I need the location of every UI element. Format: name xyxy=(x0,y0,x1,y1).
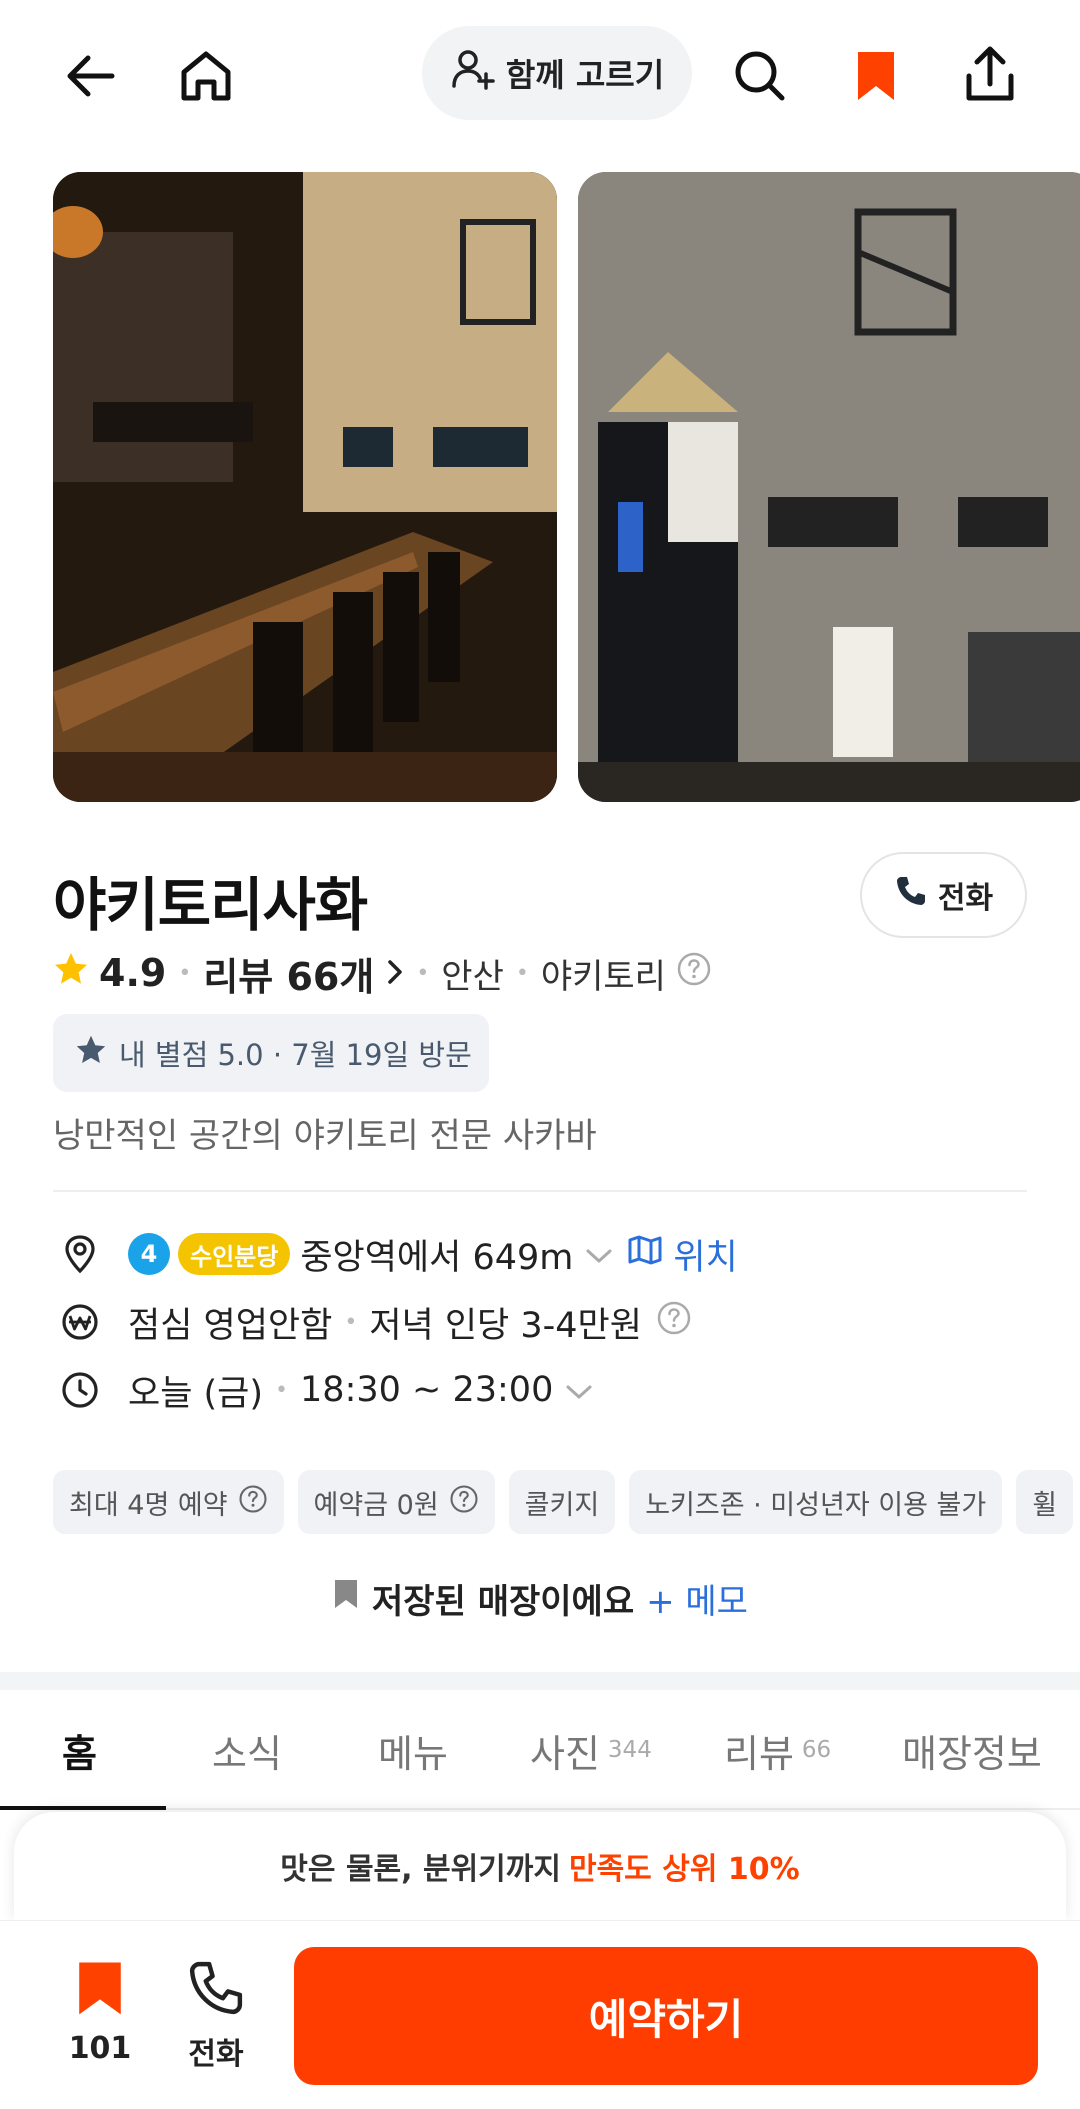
store-name: 야키토리사화 xyxy=(53,871,368,939)
clock-icon xyxy=(58,1368,102,1412)
rating-row: 4.9 • 리뷰 66개 • 안산 • 야키토리 xyxy=(53,946,712,1001)
won-coin-icon xyxy=(58,1300,102,1344)
distance-text: 중앙역에서 649m xyxy=(300,1237,574,1278)
choose-together-button[interactable]: 함께 고르기 xyxy=(422,26,692,120)
tab-store-info[interactable]: 매장정보 xyxy=(902,1690,1042,1810)
dinner-price: 저녁 인당 3-4만원 xyxy=(369,1305,642,1346)
location-row: 4 수인분당 중앙역에서 649m 위치 xyxy=(58,1226,738,1282)
store-description: 낭만적인 공간의 야키토리 전문 사카바 xyxy=(53,1116,597,1156)
rating-value: 4.9 xyxy=(99,951,167,995)
lunch-info: 점심 영업안함 xyxy=(128,1305,333,1346)
chip-more[interactable]: 휠 xyxy=(1016,1470,1074,1534)
chip-max-reservation[interactable]: 최대 4명 예약 xyxy=(53,1470,284,1534)
subway-line-number: 4 xyxy=(128,1233,170,1275)
chip-deposit[interactable]: 예약금 0원 xyxy=(297,1470,495,1534)
category-label: 야키토리 xyxy=(540,956,666,997)
separator-dot: • xyxy=(275,1377,289,1403)
chip-corkage[interactable]: 콜키지 xyxy=(508,1470,616,1534)
bottom-action-bar: 101 전화 예약하기 xyxy=(0,1920,1080,2109)
tab-label: 메뉴 xyxy=(378,1731,448,1776)
subway-line-name: 수인분당 xyxy=(178,1233,291,1275)
separator-dot: • xyxy=(515,960,529,986)
separator-dot: • xyxy=(344,1309,358,1335)
top-bar: 함께 고르기 xyxy=(0,0,1080,150)
back-arrow-icon[interactable] xyxy=(52,38,128,114)
tab-label: 매장정보 xyxy=(902,1731,1042,1776)
tab-news[interactable]: 소식 xyxy=(212,1690,282,1810)
tab-count: 344 xyxy=(607,1737,652,1763)
chevron-down-icon[interactable] xyxy=(565,1370,593,1410)
chip-label: 노키즈존 · 미성년자 이용 불가 xyxy=(645,1489,987,1521)
chevron-right-icon[interactable] xyxy=(386,951,404,995)
search-icon[interactable] xyxy=(722,38,798,114)
location-map-link[interactable]: 위치 xyxy=(627,1229,738,1280)
bookmark-filled-icon[interactable] xyxy=(838,38,914,114)
share-icon[interactable] xyxy=(952,36,1028,112)
bottom-call-button[interactable]: 전화 xyxy=(176,1959,256,2073)
location-link-label: 위치 xyxy=(673,1237,738,1278)
tab-count: 66 xyxy=(801,1737,832,1763)
section-divider xyxy=(0,1672,1080,1690)
help-icon[interactable] xyxy=(676,951,712,996)
feature-chips: 최대 4명 예약 예약금 0원 콜키지 노키즈존 · 미성년자 이용 불가 휠 xyxy=(53,1470,1074,1534)
store-photo-interior[interactable] xyxy=(53,172,557,802)
bookmark-icon xyxy=(332,1577,360,1620)
hours-row: 오늘 (금) • 18:30 ~ 23:00 xyxy=(58,1362,593,1418)
separator-dot: • xyxy=(178,960,192,986)
review-count-link[interactable]: 리뷰 66개 xyxy=(203,946,374,1001)
hours-time: 18:30 ~ 23:00 xyxy=(300,1370,554,1410)
phone-icon xyxy=(176,1959,256,2021)
save-button[interactable]: 101 xyxy=(60,1959,140,2066)
help-icon[interactable] xyxy=(656,1300,692,1345)
my-rating-text: 내 별점 5.0 · 7월 19일 방문 xyxy=(119,1038,472,1072)
region-label: 안산 xyxy=(441,956,504,997)
choose-together-label: 함께 고르기 xyxy=(505,56,665,94)
tab-home[interactable]: 홈 xyxy=(62,1690,97,1810)
promo-banner: 맛은 물론, 분위기까지 만족도 상위 10% xyxy=(14,1812,1066,1920)
divider xyxy=(53,1190,1027,1192)
map-icon xyxy=(627,1234,663,1275)
promo-highlight: 만족도 상위 10% xyxy=(568,1852,800,1887)
add-memo-link[interactable]: + 메모 xyxy=(646,1574,748,1623)
chip-label: 콜키지 xyxy=(524,1489,600,1521)
reserve-button[interactable]: 예약하기 xyxy=(294,1947,1038,2085)
star-icon xyxy=(53,951,89,996)
store-photo-entrance[interactable] xyxy=(578,172,1080,802)
home-icon[interactable] xyxy=(168,38,244,114)
active-tab-indicator xyxy=(0,1806,166,1810)
tab-photos[interactable]: 사진 344 xyxy=(530,1690,652,1810)
save-count: 101 xyxy=(68,2031,132,2066)
tab-label: 사진 xyxy=(530,1731,600,1776)
price-row: 점심 영업안함 • 저녁 인당 3-4만원 xyxy=(58,1294,692,1350)
promo-text: 맛은 물론, 분위기까지 xyxy=(280,1852,561,1887)
tab-label: 소식 xyxy=(212,1731,282,1776)
chevron-down-icon[interactable] xyxy=(585,1234,613,1274)
help-icon xyxy=(449,1484,479,1521)
tab-menu[interactable]: 메뉴 xyxy=(378,1690,448,1810)
phone-icon xyxy=(894,874,928,916)
bookmark-filled-icon xyxy=(60,1959,140,2023)
separator-dot: • xyxy=(416,960,430,986)
my-rating-badge[interactable]: 내 별점 5.0 · 7월 19일 방문 xyxy=(53,1014,489,1092)
chip-label: 예약금 0원 xyxy=(313,1489,439,1521)
tab-reviews[interactable]: 리뷰 66 xyxy=(724,1690,831,1810)
chip-label: 휠 xyxy=(1032,1489,1058,1521)
call-button[interactable]: 전화 xyxy=(860,852,1027,938)
photo-gallery[interactable] xyxy=(0,172,1080,802)
saved-status-row: 저장된 매장이에요 + 메모 xyxy=(0,1568,1080,1628)
bottom-call-label: 전화 xyxy=(188,2037,244,2072)
tab-label: 리뷰 xyxy=(724,1731,794,1776)
tab-label: 홈 xyxy=(62,1731,97,1776)
chip-label: 최대 4명 예약 xyxy=(69,1489,228,1521)
help-icon xyxy=(238,1484,268,1521)
saved-text: 저장된 매장이에요 xyxy=(372,1581,635,1622)
call-label: 전화 xyxy=(937,881,994,916)
tab-bar: 홈 소식 메뉴 사진 344 리뷰 66 매장정보 xyxy=(0,1690,1080,1810)
add-people-icon xyxy=(450,48,496,98)
hours-day: 오늘 (금) xyxy=(128,1373,264,1414)
star-icon xyxy=(75,1034,107,1073)
chip-no-kids[interactable]: 노키즈존 · 미성년자 이용 불가 xyxy=(629,1470,1003,1534)
map-pin-icon xyxy=(58,1232,102,1276)
